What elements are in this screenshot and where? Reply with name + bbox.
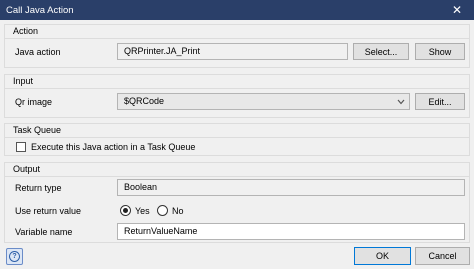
yes-radio-label[interactable]: Yes xyxy=(135,206,150,216)
task-queue-group: Task Queue Execute this Java action in a… xyxy=(4,123,470,156)
variable-name-label: Variable name xyxy=(15,227,73,237)
task-queue-checkbox[interactable] xyxy=(16,142,26,152)
input-group-title: Input xyxy=(13,76,34,86)
java-action-field: QRPrinter.JA_Print xyxy=(117,43,348,60)
help-icon: ? xyxy=(9,251,20,262)
edit-button[interactable]: Edit... xyxy=(415,93,465,110)
ok-button[interactable]: OK xyxy=(354,247,411,265)
output-group: Output Return type Boolean Use return va… xyxy=(4,162,470,243)
help-button[interactable]: ? xyxy=(6,248,23,265)
chevron-down-icon xyxy=(397,99,405,105)
select-button[interactable]: Select... xyxy=(353,43,409,60)
output-group-title: Output xyxy=(13,164,41,174)
task-queue-checkbox-label[interactable]: Execute this Java action in a Task Queue xyxy=(31,142,195,152)
qr-image-dropdown[interactable]: $QRCode xyxy=(117,93,410,110)
use-return-value-label: Use return value xyxy=(15,206,82,216)
cancel-button[interactable]: Cancel xyxy=(415,247,470,265)
divider xyxy=(5,88,469,89)
task-queue-group-title: Task Queue xyxy=(13,125,62,135)
window-title: Call Java Action xyxy=(6,5,74,16)
yes-radio[interactable] xyxy=(120,205,131,216)
return-type-field: Boolean xyxy=(117,179,465,196)
qr-image-value: $QRCode xyxy=(124,96,165,106)
no-radio[interactable] xyxy=(157,205,168,216)
divider xyxy=(5,137,469,138)
radio-selected-dot xyxy=(123,208,128,213)
variable-name-input[interactable]: ReturnValueName xyxy=(117,223,465,240)
input-group: Input Qr image $QRCode Edit... xyxy=(4,74,470,118)
no-radio-label[interactable]: No xyxy=(172,206,184,216)
return-type-label: Return type xyxy=(15,183,62,193)
show-button[interactable]: Show xyxy=(415,43,465,60)
action-group: Action Java action QRPrinter.JA_Print Se… xyxy=(4,24,470,68)
java-action-label: Java action xyxy=(15,47,61,57)
divider xyxy=(5,38,469,39)
divider xyxy=(5,176,469,177)
qr-image-label: Qr image xyxy=(15,97,53,107)
action-group-title: Action xyxy=(13,26,39,36)
title-bar: Call Java Action ✕ xyxy=(0,0,474,20)
close-icon[interactable]: ✕ xyxy=(440,0,474,20)
